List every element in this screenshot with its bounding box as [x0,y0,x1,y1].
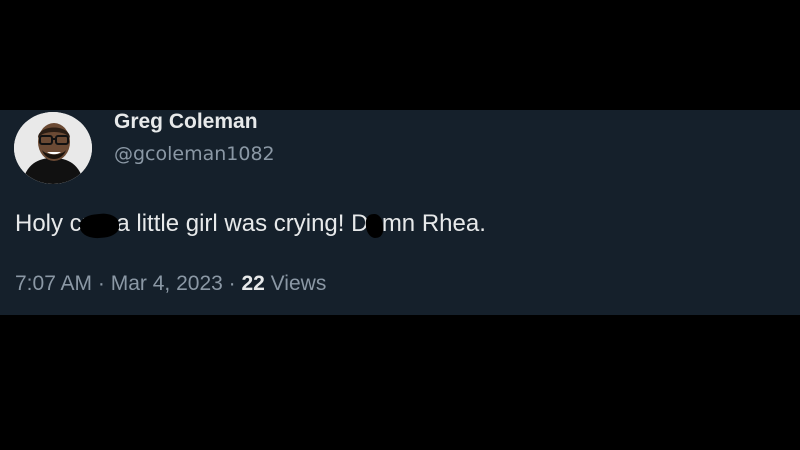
avatar-photo-icon [14,112,92,184]
author-handle[interactable]: @gcoleman1082 [114,143,275,165]
redacted-text: rap [81,210,117,237]
author-avatar[interactable] [14,112,92,184]
tweet-date[interactable]: Mar 4, 2023 [111,272,223,295]
tweet-time[interactable]: 7:07 AM [15,272,92,295]
tweet-text-part: a little girl was crying! D [116,210,369,237]
redacted-text: a [368,210,382,237]
meta-separator: · [222,272,242,295]
views-count[interactable]: 22 [241,272,264,295]
meta-separator: · [92,272,111,295]
views-label[interactable]: Views [265,272,327,295]
screenshot-canvas: Greg Coleman @gcoleman1082 Holy crapa li… [0,0,800,450]
tweet-text: Holy crapa little girl was crying! Damn … [15,210,486,238]
author-display-name[interactable]: Greg Coleman [114,110,258,134]
tweet-text-part: mn Rhea. [381,210,486,237]
tweet-meta: 7:07 AM · Mar 4, 2023 · 22 Views [15,272,326,296]
tweet-text-part: Holy c [15,210,82,237]
